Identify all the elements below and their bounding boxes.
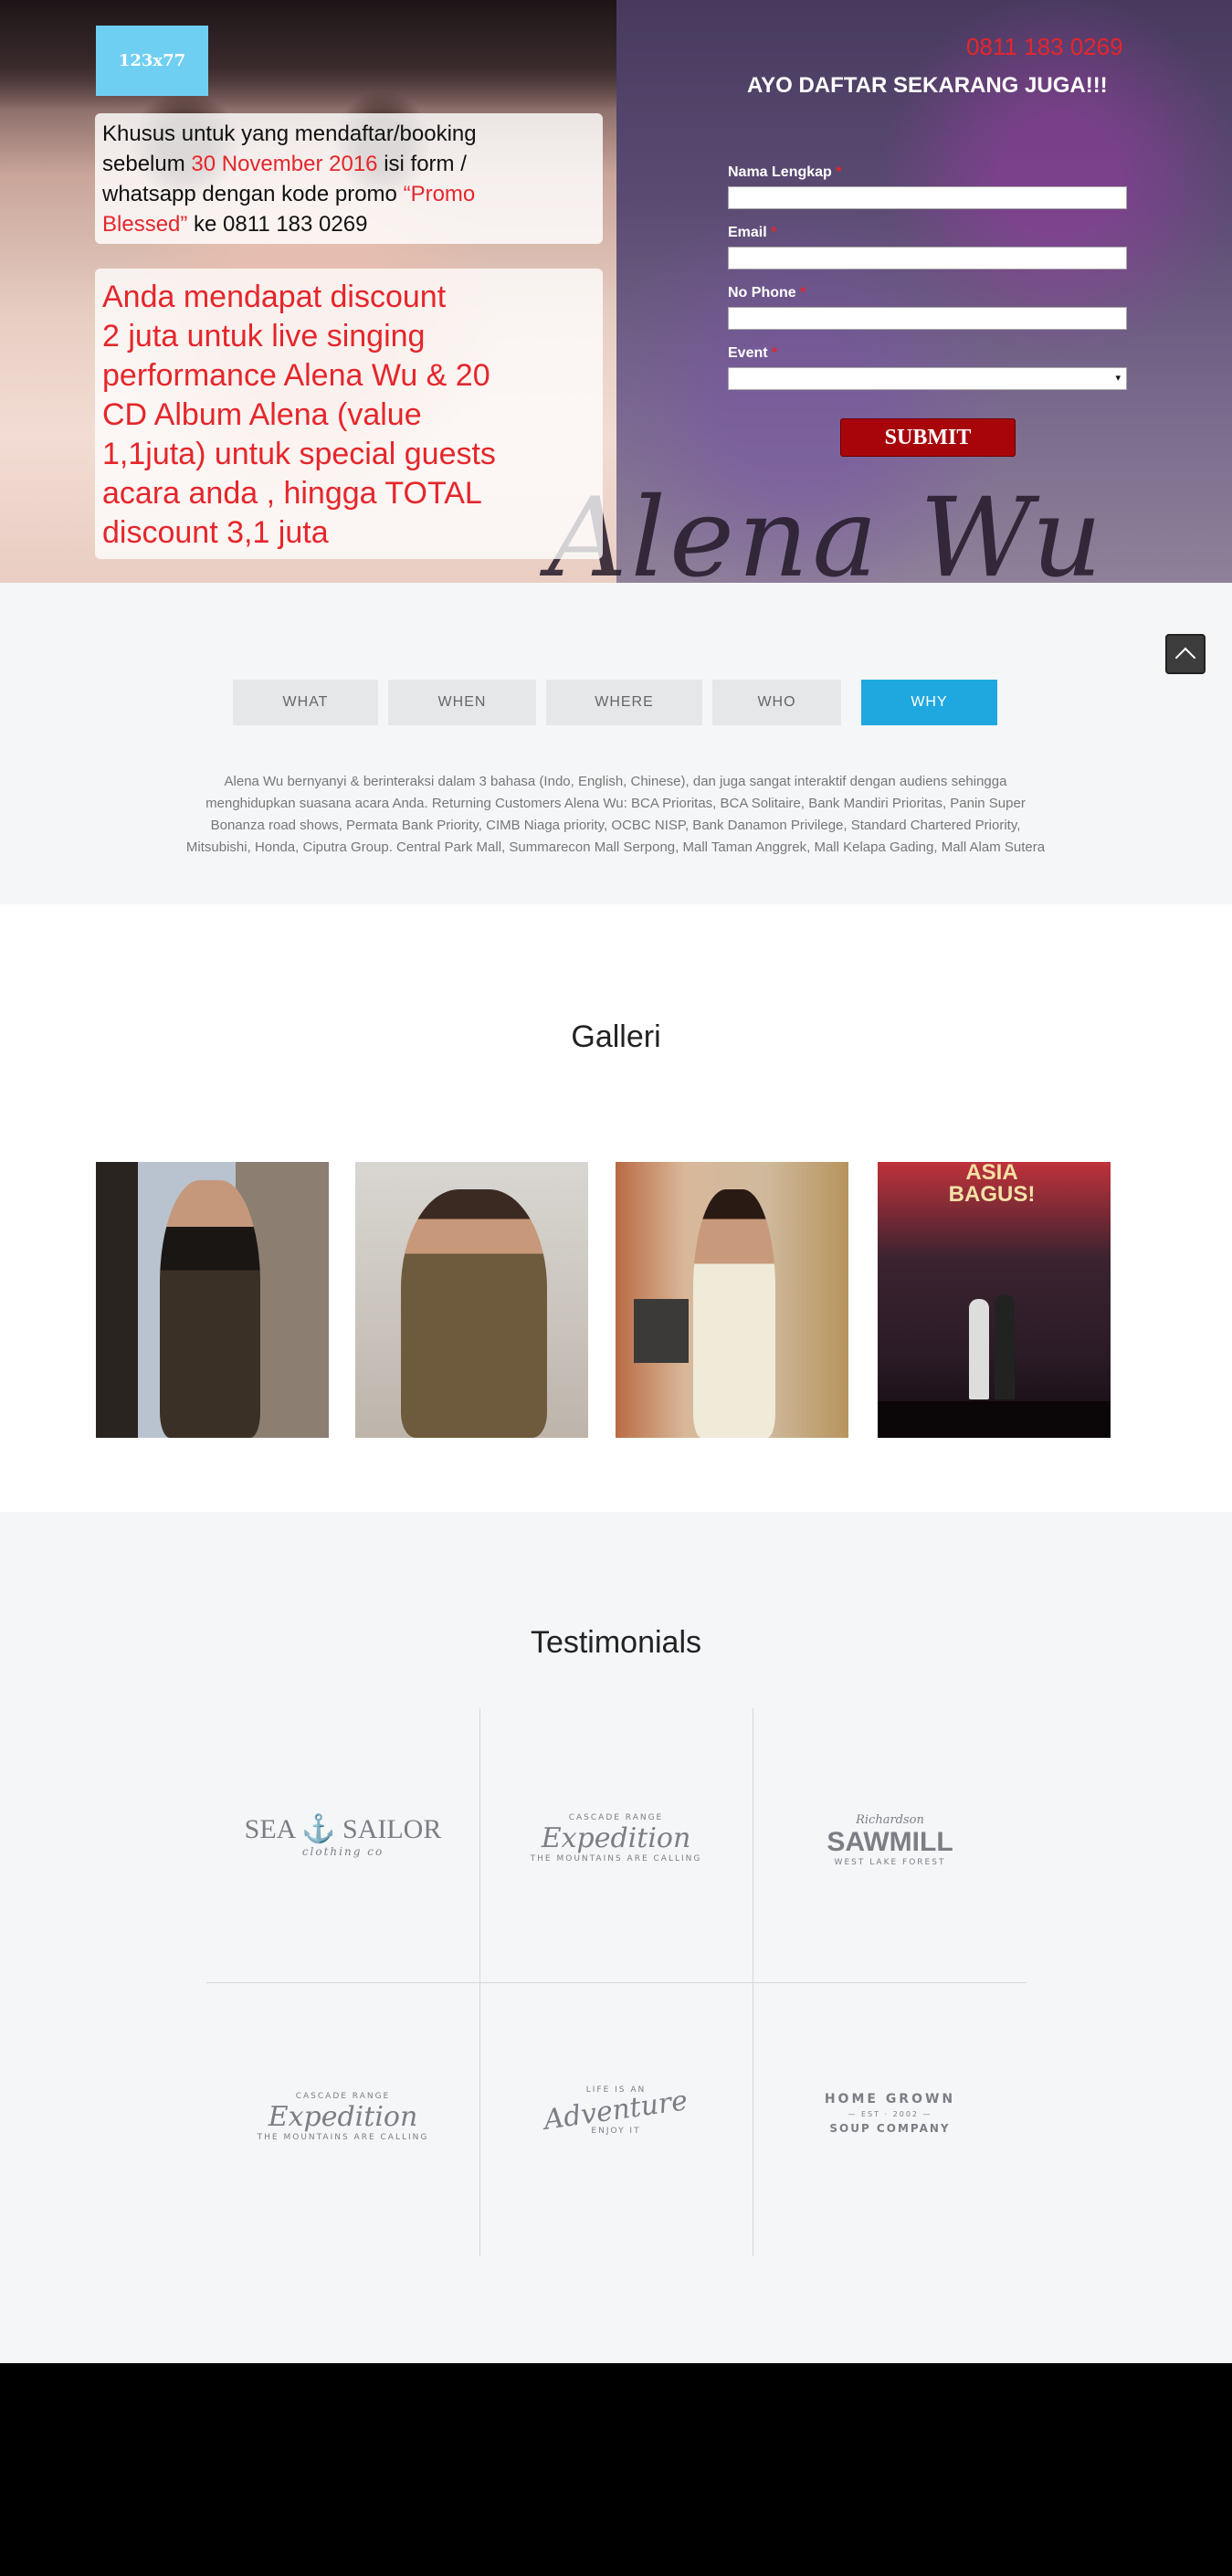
hero-section: Alena Wu 123x77 Khusus untuk yang mendaf… (0, 0, 1232, 583)
promo-code: “Promo (403, 182, 476, 206)
phone-label: No Phone * (728, 285, 806, 301)
discount-line: 2 juta untuk live singing (102, 319, 426, 354)
event-select[interactable]: ▾ (728, 367, 1127, 390)
brand-logo-expedition: CASCADE RANGE Expedition THE MOUNTAINS A… (257, 2092, 429, 2142)
gallery-image-2[interactable] (355, 1162, 588, 1438)
gallery-image-1[interactable] (96, 1162, 329, 1438)
signature-text: Alena Wu (548, 475, 1106, 583)
promo-date: 30 November 2016 (191, 152, 378, 176)
chevron-down-icon: ▾ (1115, 372, 1121, 384)
brand-logo-sea-sailor: SEA ⚓ SAILOR clothing co (244, 1814, 442, 1858)
grid-divider (206, 1982, 1027, 1983)
footer (0, 2363, 1232, 2576)
event-label: Event * (728, 345, 778, 361)
tab-who[interactable]: WHO (712, 680, 841, 725)
tab-when[interactable]: WHEN (388, 680, 536, 725)
discount-line: Anda mendapat discount (102, 280, 447, 314)
promo-line-2: sebelum 30 November 2016 isi form / (102, 152, 467, 176)
tab-why[interactable]: WHY (861, 680, 997, 725)
tab-what[interactable]: WHAT (233, 680, 378, 725)
gallery-image-4[interactable]: ASIA BAGUS! (878, 1162, 1111, 1438)
discount-line: performance Alena Wu & 20 (102, 358, 490, 393)
logo[interactable]: 123x77 (96, 26, 208, 96)
promo-line-3: whatsapp dengan kode promo “Promo (102, 182, 476, 206)
gallery-title: Galleri (571, 1019, 661, 1054)
submit-button[interactable]: SUBMIT (840, 418, 1016, 457)
discount-line: CD Album Alena (value (102, 397, 422, 432)
promo-box: Khusus untuk yang mendaftar/booking sebe… (95, 113, 603, 244)
discount-line: discount 3,1 juta (102, 515, 329, 550)
form-title: AYO DAFTAR SEKARANG JUGA!!! (747, 73, 1108, 98)
gallery-image-3[interactable] (616, 1162, 848, 1438)
phone-number[interactable]: 0811 183 0269 (966, 33, 1123, 61)
name-label: Nama Lengkap * (728, 164, 842, 180)
testimonials-title: Testimonials (530, 1625, 702, 1660)
promo-line-4: Blessed” ke 0811 183 0269 (102, 212, 368, 237)
promo-line-1: Khusus untuk yang mendaftar/booking (102, 121, 477, 146)
scroll-to-top-button[interactable] (1165, 634, 1206, 674)
tab-content-text: Alena Wu bernyanyi & berinteraksi dalam … (185, 774, 1046, 855)
tab-where[interactable]: WHERE (546, 680, 702, 725)
brand-logo-expedition: CASCADE RANGE Expedition THE MOUNTAINS A… (530, 1813, 702, 1863)
discount-line: 1,1juta) untuk special guests (102, 437, 496, 471)
name-field[interactable] (728, 186, 1127, 209)
email-label: Email * (728, 225, 777, 240)
discount-box: Anda mendapat discount 2 juta untuk live… (95, 269, 603, 559)
brand-logo-home-grown: HOME GROWN — EST · 2002 — SOUP COMPANY (824, 2092, 956, 2135)
brand-logo-sawmill: Richardson SAWMILL WEST LAKE FOREST (827, 1813, 953, 1867)
discount-line: acara anda , hingga TOTAL (102, 476, 482, 511)
email-field[interactable] (728, 247, 1127, 269)
brand-logo-adventure: LIFE IS AN Adventure ENJOY IT (542, 2085, 690, 2137)
asia-bagus-sign: ASIA BAGUS! (948, 1162, 1036, 1207)
phone-field[interactable] (728, 307, 1127, 330)
